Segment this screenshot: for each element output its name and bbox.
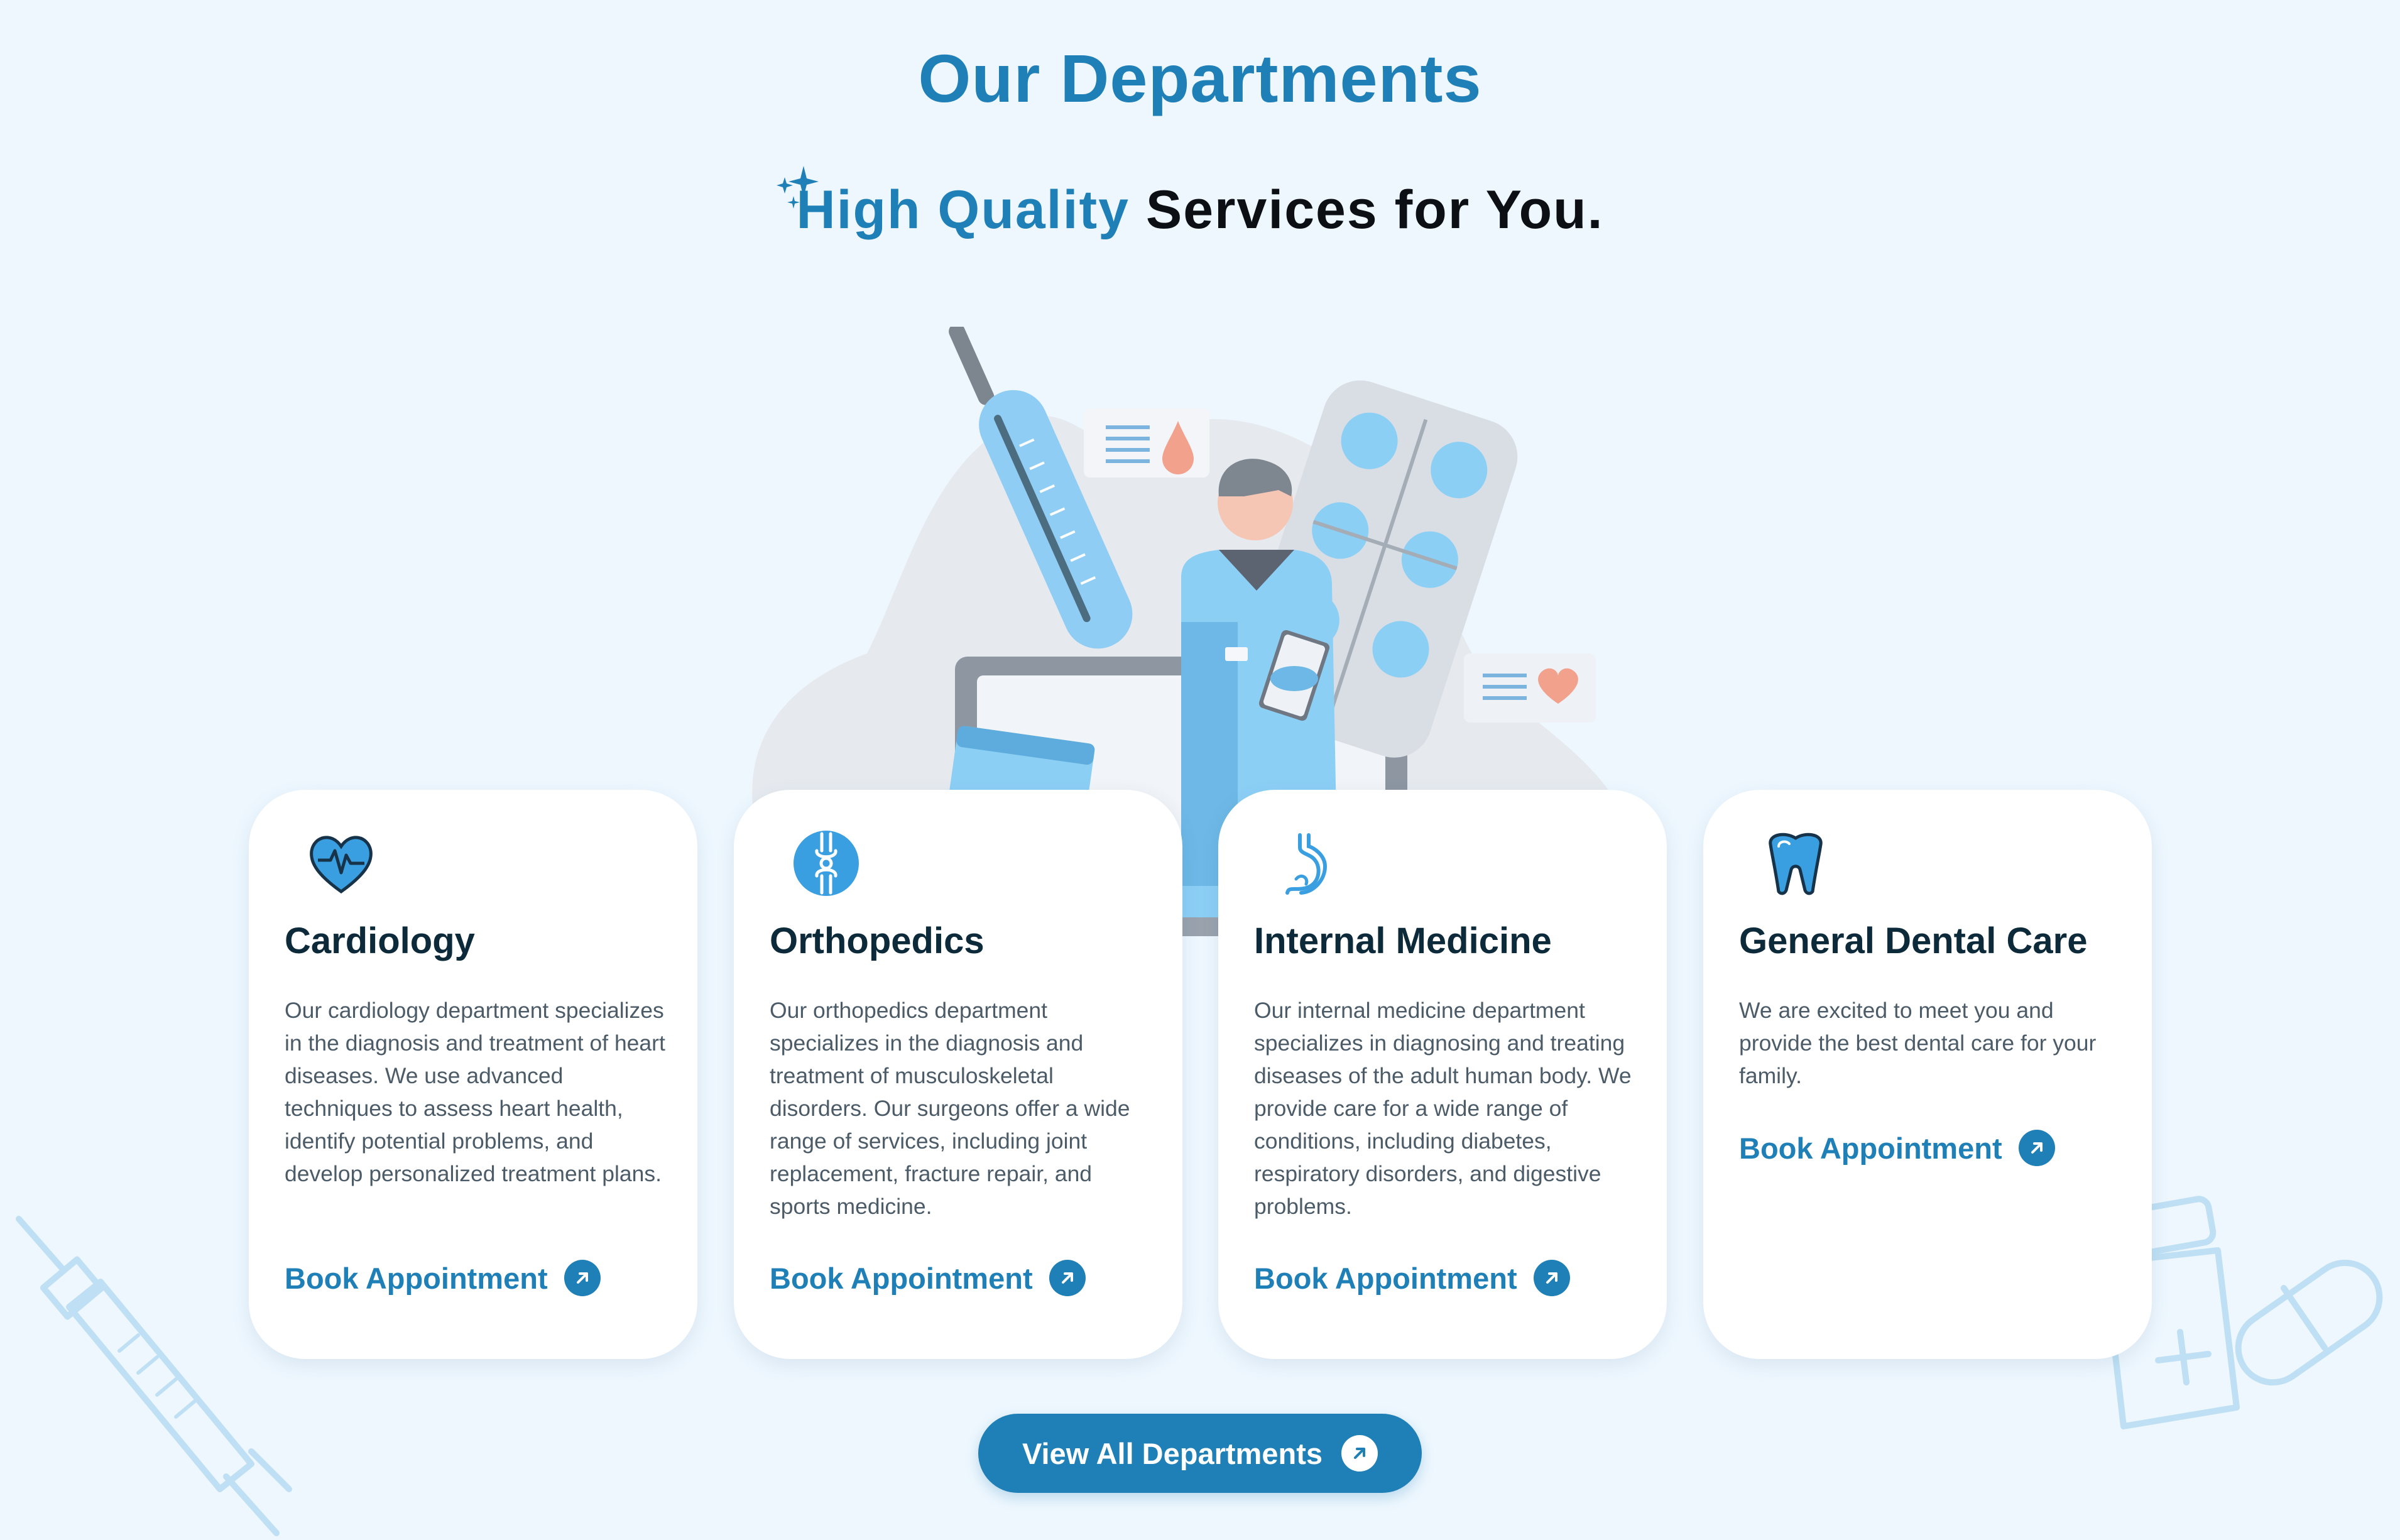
card-title: Internal Medicine xyxy=(1254,920,1552,961)
card-description: Our cardiology department specializes in… xyxy=(285,998,665,1186)
book-appointment-link[interactable]: Book Appointment xyxy=(1739,1130,2055,1166)
link-label: Book Appointment xyxy=(1739,1131,2002,1165)
link-label: Book Appointment xyxy=(770,1261,1033,1295)
section-title: Our Departments xyxy=(918,40,1482,116)
card-title: Orthopedics xyxy=(770,920,985,961)
arrow-up-right-icon xyxy=(2018,1130,2055,1166)
subtitle-highlight: High Quality xyxy=(796,180,1130,240)
link-label: Book Appointment xyxy=(1254,1261,1517,1295)
bone-joint-icon xyxy=(794,831,859,896)
book-appointment-link[interactable]: Book Appointment xyxy=(1254,1260,1570,1296)
arrow-up-right-icon xyxy=(1341,1435,1378,1472)
department-card-dental-care: General Dental Care We are excited to me… xyxy=(1703,790,2152,1359)
link-label: Book Appointment xyxy=(285,1261,548,1295)
department-card-internal-medicine: Internal Medicine Our internal medicine … xyxy=(1218,790,1667,1359)
view-all-departments-button[interactable]: View All Departments xyxy=(978,1414,1422,1493)
stomach-icon xyxy=(1285,833,1328,895)
arrow-up-right-icon xyxy=(1049,1260,1086,1296)
card-description: Our internal medicine department special… xyxy=(1254,998,1632,1219)
tooth-icon xyxy=(1769,833,1823,895)
department-card-orthopedics: Orthopedics Our orthopedics department s… xyxy=(734,790,1182,1359)
view-all-label: View All Departments xyxy=(1022,1436,1323,1470)
subtitle-rest: Services for You. xyxy=(1145,180,1604,240)
card-description: Our orthopedics department specializes i… xyxy=(770,998,1130,1219)
heart-pulse-icon xyxy=(310,836,373,894)
book-appointment-link[interactable]: Book Appointment xyxy=(770,1260,1086,1296)
arrow-up-right-icon xyxy=(564,1260,601,1296)
card-title: Cardiology xyxy=(285,920,475,961)
section-subtitle: High Quality Services for You. xyxy=(0,179,2400,241)
book-appointment-link[interactable]: Book Appointment xyxy=(285,1260,601,1296)
card-description: We are excited to meet you and provide t… xyxy=(1739,998,2097,1088)
arrow-up-right-icon xyxy=(1533,1260,1570,1296)
department-card-cardiology: Cardiology Our cardiology department spe… xyxy=(249,790,697,1359)
card-title: General Dental Care xyxy=(1739,920,2088,961)
